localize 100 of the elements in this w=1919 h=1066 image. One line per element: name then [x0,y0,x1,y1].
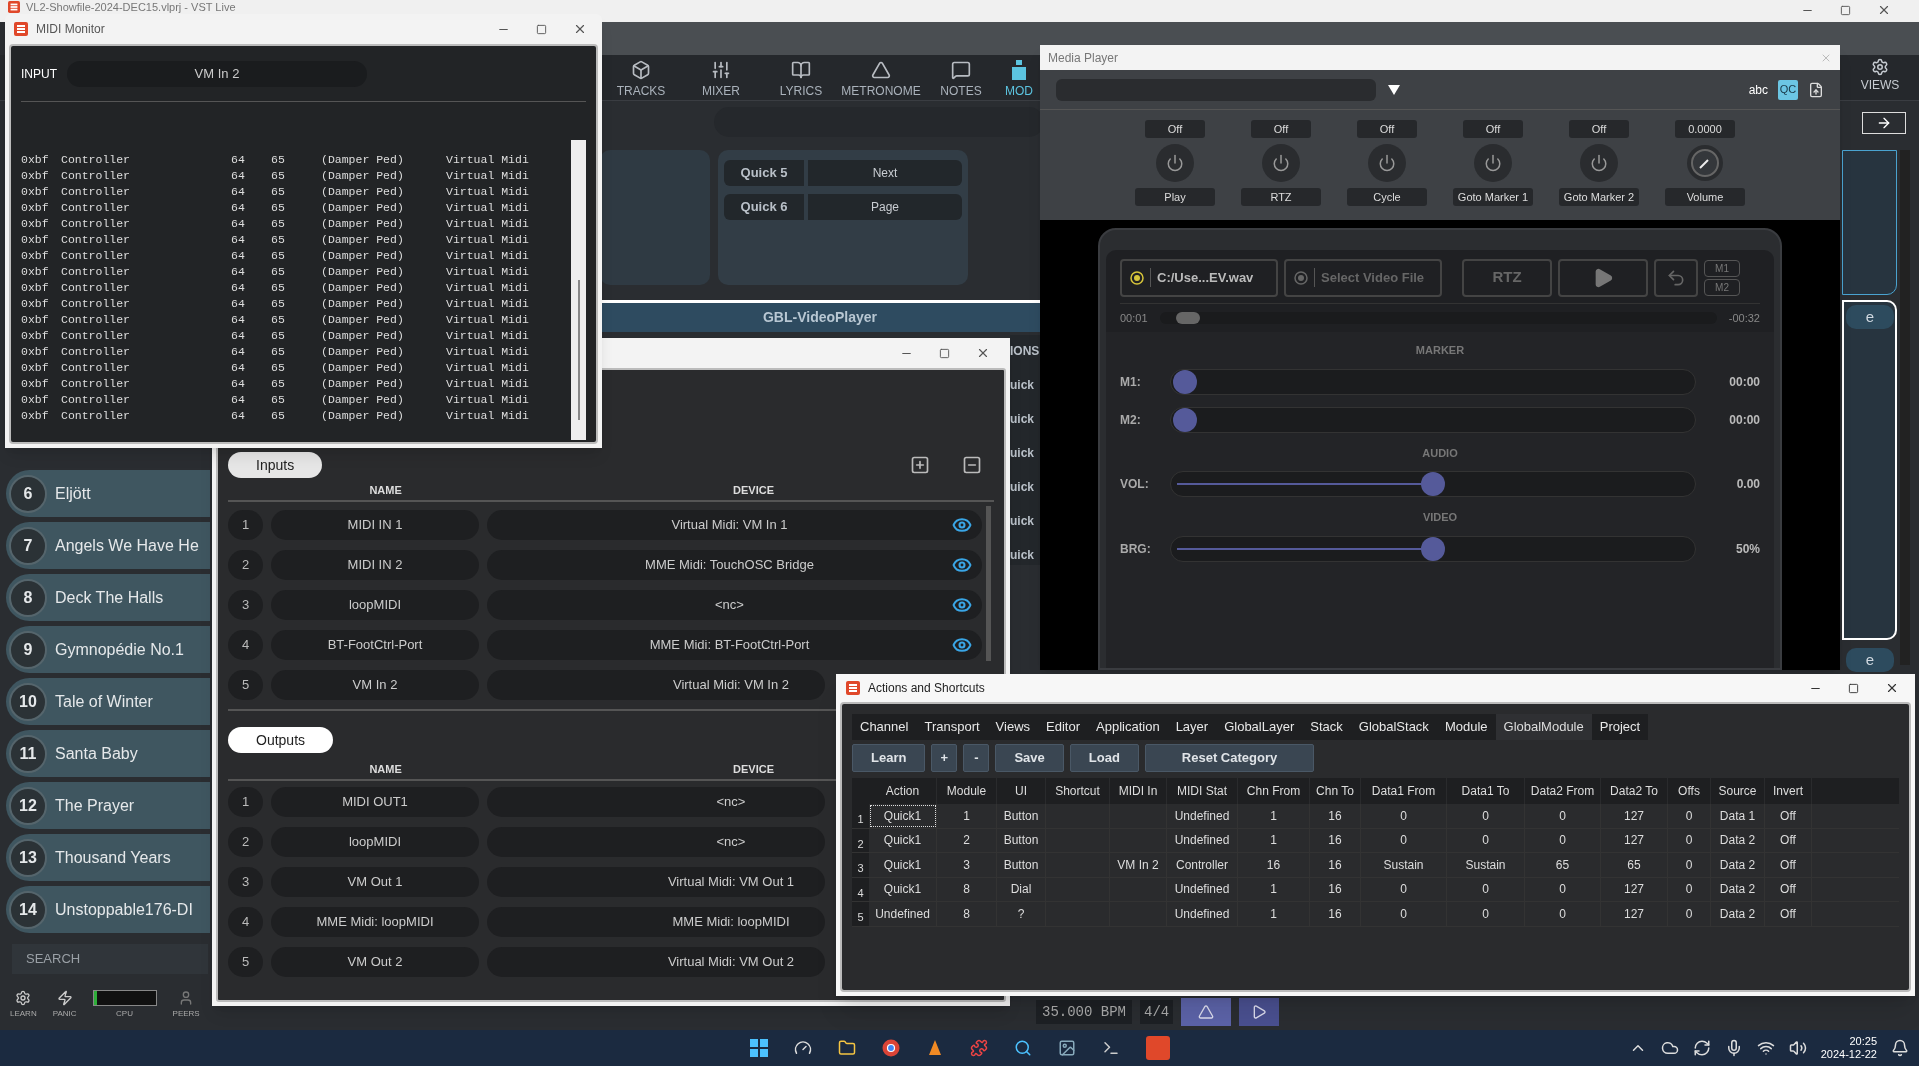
close-icon[interactable] [1885,681,1899,695]
toolbar-tab[interactable]: LYRICS [761,60,841,100]
playback-button[interactable] [1239,998,1280,1026]
category-tab[interactable]: GlobalModule [1495,714,1592,740]
slider-track[interactable] [1170,406,1696,433]
slider-thumb[interactable] [1421,536,1445,561]
slider-track[interactable] [1170,535,1696,562]
action-button[interactable]: Load [1069,744,1139,772]
metronome-button[interactable] [1181,998,1232,1026]
song-item[interactable]: 7 Angels We Have He [6,522,210,569]
device-field[interactable]: MME Midi: loopMIDI [487,906,825,937]
add-icon[interactable] [910,455,930,475]
toolbar-tab[interactable]: TRACKS [601,60,681,100]
folder-icon[interactable] [838,1039,856,1057]
speaker-icon[interactable] [1788,1039,1807,1057]
song-item[interactable]: 10 Tale of Winter [6,678,210,725]
song-item[interactable]: 11 Santa Baby [6,730,210,777]
input-selector[interactable]: VM In 2 [67,60,367,87]
name-field[interactable]: MME Midi: loopMIDI [271,906,479,937]
image-icon[interactable] [1058,1039,1076,1057]
action-button[interactable]: - [963,744,990,772]
control-label[interactable]: Goto Marker 1 [1453,188,1533,206]
name-field[interactable]: MIDI OUT1 [271,786,479,817]
cone-icon[interactable] [926,1039,944,1057]
qc-button[interactable]: QC [1778,79,1798,100]
category-tab[interactable]: Project [1591,714,1649,740]
side-button[interactable]: e [1846,648,1894,672]
maximize-icon[interactable] [1848,682,1859,694]
toolbar-tab[interactable]: NOTES [921,60,1001,100]
notification-icon[interactable] [1891,1039,1909,1057]
file-icon[interactable] [1808,81,1824,98]
song-item[interactable]: 9 Gymnopédie No.1 [6,626,210,673]
gauge-icon[interactable] [794,1039,812,1057]
name-field[interactable]: VM Out 1 [271,866,479,897]
search-field[interactable]: SEARCH [12,944,208,974]
song-item[interactable]: 8 Deck The Halls [6,574,210,621]
dial-knob[interactable] [1686,144,1724,182]
power-button[interactable] [1156,144,1194,182]
control-label[interactable]: RTZ [1241,188,1321,206]
device-field[interactable]: MME Midi: TouchOSC Bridge [487,549,982,580]
dropdown-arrow-icon[interactable] [1388,84,1400,95]
device-field[interactable]: <nc> [487,826,825,857]
terminal-icon[interactable] [1102,1039,1120,1057]
browser-icon[interactable] [882,1039,900,1057]
remove-icon[interactable] [962,455,982,475]
control-label[interactable]: Cycle [1347,188,1427,206]
song-item[interactable]: 13 Thousand Years [6,834,210,881]
control-label[interactable]: Volume [1665,188,1745,206]
quick-button[interactable]: Page [808,194,962,220]
cloud-icon[interactable] [1660,1039,1679,1057]
category-tab[interactable]: GlobalLayer [1216,714,1303,740]
slider-track[interactable] [1170,368,1696,395]
close-icon[interactable] [976,346,990,360]
category-tab[interactable]: GlobalStack [1350,714,1437,740]
close-icon[interactable] [1877,3,1891,17]
name-field[interactable]: loopMIDI [271,589,479,620]
device-field[interactable]: Virtual Midi: VM In 2 [487,669,825,700]
maximize-icon[interactable] [1840,4,1851,16]
windows-logo-icon[interactable] [750,1039,768,1057]
name-field[interactable]: VM In 2 [271,669,479,700]
device-field[interactable]: Virtual Midi: VM Out 2 [487,946,825,977]
loop-button[interactable] [1654,258,1698,297]
close-icon[interactable] [573,22,587,36]
name-field[interactable]: MIDI IN 2 [271,549,479,580]
slider-thumb[interactable] [1173,369,1197,394]
power-button[interactable] [1474,144,1512,182]
wifi-icon[interactable] [1756,1039,1775,1057]
slider-thumb[interactable] [1173,407,1197,432]
device-field[interactable]: <nc> [487,786,825,817]
action-button[interactable]: + [931,744,958,772]
category-tab[interactable]: Module [1436,714,1496,740]
search-icon[interactable] [1014,1039,1032,1057]
power-button[interactable] [1368,144,1406,182]
device-field[interactable]: <nc> [487,589,982,620]
name-field[interactable]: BT-FootCtrl-Port [271,629,479,660]
toolbar-tab[interactable]: MIXER [681,60,761,100]
action-button[interactable]: Reset Category [1144,744,1315,772]
power-button[interactable] [1580,144,1618,182]
settings-icon[interactable] [1871,58,1889,76]
control-label[interactable]: Play [1135,188,1215,206]
power-button[interactable] [1262,144,1300,182]
slider-thumb[interactable] [1421,472,1445,496]
song-item[interactable]: 12 The Prayer [6,782,210,829]
sync-icon[interactable] [1692,1039,1711,1057]
marker-button[interactable]: M1 [1704,259,1740,277]
device-field[interactable]: Virtual Midi: VM Out 1 [487,866,825,897]
quick-button[interactable]: Next [808,160,962,186]
arrow-button[interactable] [1862,112,1906,134]
device-field[interactable]: Virtual Midi: VM In 1 [487,509,982,540]
side-button[interactable]: e [1846,305,1894,329]
category-tab[interactable]: Channel [852,714,917,740]
category-tab[interactable]: Editor [1038,714,1088,740]
maximize-icon[interactable] [536,23,547,35]
name-field[interactable]: MIDI IN 1 [271,509,479,540]
category-tab[interactable]: Views [987,714,1039,740]
action-button[interactable]: Learn [852,744,926,772]
device-field[interactable]: MME Midi: BT-FootCtrl-Port [487,629,982,660]
name-field[interactable]: VM Out 2 [271,946,479,977]
audio-file-button[interactable]: C:/Use...EV.wav [1120,258,1278,297]
slider-track[interactable] [1170,471,1696,497]
